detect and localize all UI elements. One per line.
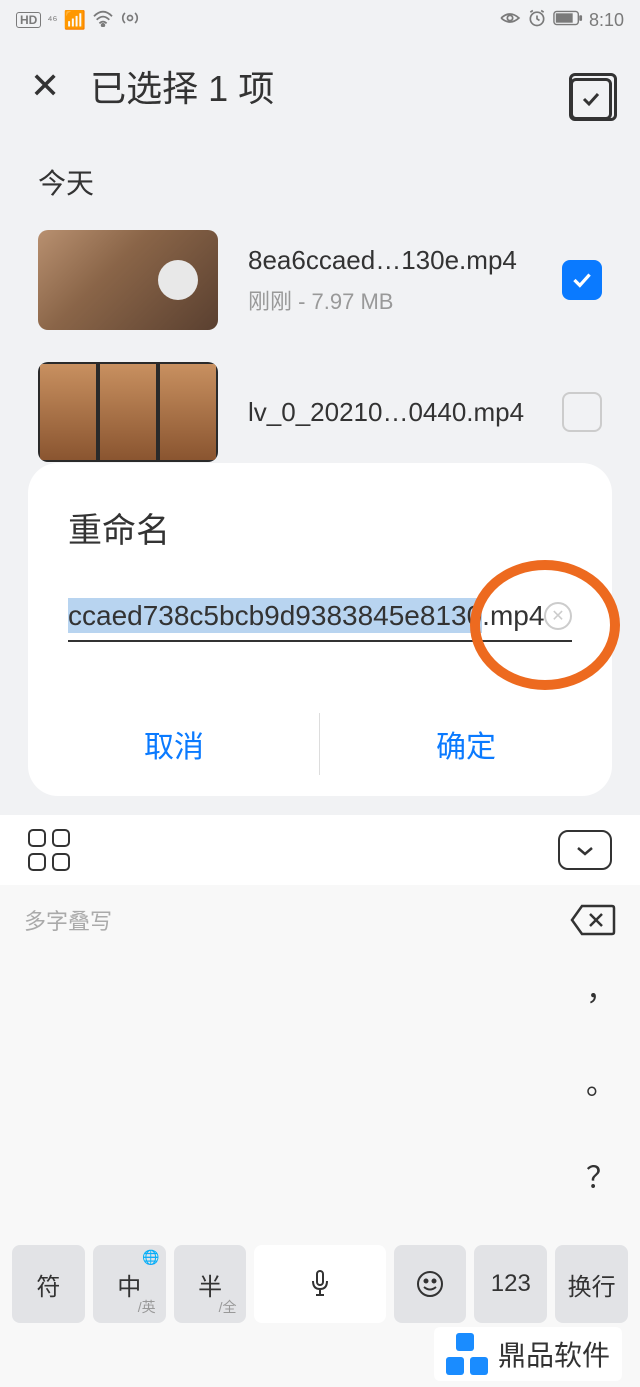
- symbol-key[interactable]: ？: [586, 1153, 616, 1197]
- battery-icon: [553, 10, 583, 31]
- video-thumbnail: [38, 230, 218, 330]
- signal-icon: ⁴⁶: [47, 13, 57, 27]
- section-today: 今天: [0, 132, 640, 214]
- status-bar: HD ⁴⁶ 📶 8:10: [0, 0, 640, 40]
- file-item[interactable]: lv_0_20210…0440.mp4: [0, 346, 640, 478]
- keyboard-collapse-icon[interactable]: [558, 830, 612, 870]
- page-title: 已选择 1 项: [90, 60, 274, 112]
- dialog-title: 重命名: [28, 503, 612, 592]
- hd-icon: HD: [16, 12, 41, 28]
- symbol-mode-key[interactable]: 符: [12, 1245, 85, 1323]
- backspace-key[interactable]: [568, 902, 616, 938]
- voice-input-key[interactable]: [254, 1245, 385, 1323]
- language-key[interactable]: 中/英🌐: [93, 1245, 166, 1323]
- file-checkbox[interactable]: [562, 392, 602, 432]
- rename-input[interactable]: ccaed738c5bcb9d9383845e8130.mp4 ✕: [68, 592, 572, 642]
- symbol-key[interactable]: 。: [586, 1059, 616, 1103]
- eye-icon: [499, 10, 521, 31]
- file-name: lv_0_20210…0440.mp4: [248, 397, 532, 428]
- globe-icon: 🌐: [142, 1249, 159, 1266]
- hotspot-icon: [120, 8, 140, 33]
- symbol-key[interactable]: ，: [586, 965, 616, 1009]
- number-key[interactable]: 123: [474, 1245, 547, 1323]
- rename-dialog: 重命名 ccaed738c5bcb9d9383845e8130.mp4 ✕ 取消…: [28, 463, 612, 796]
- confirm-button[interactable]: 确定: [320, 692, 612, 796]
- alarm-icon: [527, 8, 547, 33]
- watermark: 鼎品软件: [434, 1327, 622, 1381]
- select-all-button[interactable]: [570, 78, 612, 120]
- file-meta: 刚刚 - 7.97 MB: [248, 284, 532, 316]
- emoji-key[interactable]: [394, 1245, 467, 1323]
- wifi-icon: [92, 9, 114, 32]
- width-key[interactable]: 半/全: [174, 1245, 247, 1323]
- file-checkbox[interactable]: [562, 260, 602, 300]
- watermark-icon: [446, 1333, 488, 1375]
- keyboard-symbol-column: ， 。 ？ ！: [586, 965, 616, 1291]
- input-extension: .mp4: [482, 600, 544, 631]
- clock-time: 8:10: [589, 10, 624, 31]
- watermark-text: 鼎品软件: [498, 1334, 610, 1374]
- keyboard-hint: 多字叠写: [24, 904, 112, 936]
- file-name: 8ea6ccaed…130e.mp4: [248, 245, 532, 276]
- keyboard-area: 多字叠写 ， 。 ？ ！ 符 中/英🌐 半/全 123 换行: [0, 885, 640, 1387]
- cancel-button[interactable]: 取消: [28, 692, 320, 796]
- selection-header: ✕ 已选择 1 项: [0, 40, 640, 132]
- keyboard-toolbar: [0, 815, 640, 885]
- enter-key[interactable]: 换行: [555, 1245, 628, 1323]
- input-selected-text: ccaed738c5bcb9d9383845e8130: [68, 598, 482, 633]
- close-icon[interactable]: ✕: [30, 65, 60, 107]
- clear-input-icon[interactable]: ✕: [544, 602, 572, 630]
- video-thumbnail: [38, 362, 218, 462]
- file-item[interactable]: 8ea6ccaed…130e.mp4 刚刚 - 7.97 MB: [0, 214, 640, 346]
- keyboard-menu-icon[interactable]: [28, 829, 72, 871]
- signal-bars-icon: 📶: [63, 10, 85, 31]
